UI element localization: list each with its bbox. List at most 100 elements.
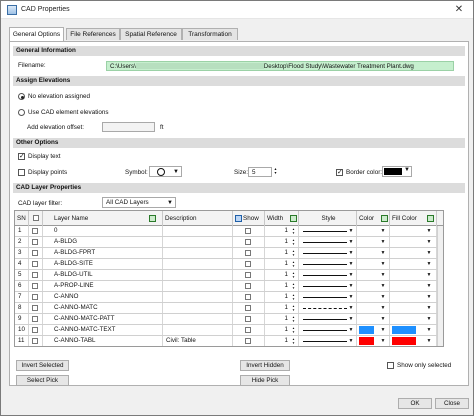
- row-style[interactable]: ▼: [299, 226, 357, 236]
- tab-file-references[interactable]: File References: [66, 28, 120, 40]
- row-select-checkbox[interactable]: [32, 316, 38, 322]
- select-all-checkbox[interactable]: [33, 215, 39, 221]
- row-select-checkbox[interactable]: [32, 294, 38, 300]
- row-style[interactable]: ▼: [299, 336, 357, 346]
- table-row[interactable]: 9 C-ANNO-MATC-PATT 1 ▲ ▼ ▼ ▼ ▼: [15, 314, 443, 325]
- table-row[interactable]: 8 C-ANNO-MATC 1 ▲ ▼ ▼ ▼ ▼: [15, 303, 443, 314]
- row-fill-color[interactable]: ▼: [390, 303, 437, 313]
- row-select[interactable]: [29, 259, 43, 269]
- no-elevation-radio[interactable]: [18, 93, 25, 100]
- row-show[interactable]: [233, 270, 265, 280]
- row-fill-color[interactable]: ▼: [390, 248, 437, 258]
- close-button[interactable]: Close: [435, 398, 469, 409]
- row-style[interactable]: ▼: [299, 314, 357, 324]
- symbol-select[interactable]: ▼: [149, 166, 182, 177]
- row-fill-color[interactable]: ▼: [390, 226, 437, 236]
- width-stepper-icon[interactable]: ▲ ▼: [291, 282, 296, 290]
- row-color[interactable]: ▼: [357, 270, 390, 280]
- row-style[interactable]: ▼: [299, 259, 357, 269]
- row-show[interactable]: [233, 237, 265, 247]
- row-color[interactable]: ▼: [357, 292, 390, 302]
- row-style[interactable]: ▼: [299, 248, 357, 258]
- col-layer-name[interactable]: Layer Name: [43, 211, 163, 226]
- row-show[interactable]: [233, 336, 265, 346]
- row-color[interactable]: ▼: [357, 336, 390, 346]
- row-show[interactable]: [233, 314, 265, 324]
- col-description[interactable]: Description: [163, 211, 233, 226]
- col-fill-color[interactable]: Fill Color: [390, 211, 437, 226]
- row-select-checkbox[interactable]: [32, 239, 38, 245]
- sort-filter-icon[interactable]: [149, 215, 156, 222]
- row-select[interactable]: [29, 248, 43, 258]
- row-show-checkbox[interactable]: [245, 327, 251, 333]
- width-stepper-icon[interactable]: ▲ ▼: [291, 315, 296, 323]
- row-fill-color[interactable]: ▼: [390, 325, 437, 335]
- width-stepper-icon[interactable]: ▲ ▼: [291, 249, 296, 257]
- row-color[interactable]: ▼: [357, 248, 390, 258]
- row-show-checkbox[interactable]: [245, 316, 251, 322]
- color-apply-icon[interactable]: [381, 215, 388, 222]
- row-style[interactable]: ▼: [299, 292, 357, 302]
- row-select-checkbox[interactable]: [32, 283, 38, 289]
- row-style[interactable]: ▼: [299, 270, 357, 280]
- width-stepper-icon[interactable]: ▲ ▼: [291, 293, 296, 301]
- row-description[interactable]: [163, 314, 233, 324]
- row-select[interactable]: [29, 237, 43, 247]
- col-color[interactable]: Color: [357, 211, 390, 226]
- row-select[interactable]: [29, 303, 43, 313]
- width-stepper-icon[interactable]: ▲ ▼: [291, 326, 296, 334]
- table-row[interactable]: 5 A-BLDG-UTIL 1 ▲ ▼ ▼ ▼ ▼: [15, 270, 443, 281]
- row-show[interactable]: [233, 292, 265, 302]
- table-row[interactable]: 4 A-BLDG-SITE 1 ▲ ▼ ▼ ▼ ▼: [15, 259, 443, 270]
- table-row[interactable]: 6 A-PROP-LINE 1 ▲ ▼ ▼ ▼ ▼: [15, 281, 443, 292]
- row-fill-color[interactable]: ▼: [390, 292, 437, 302]
- row-show-checkbox[interactable]: [245, 294, 251, 300]
- elevation-offset-input[interactable]: [102, 122, 155, 132]
- ok-button[interactable]: OK: [398, 398, 432, 409]
- row-color[interactable]: ▼: [357, 237, 390, 247]
- row-description[interactable]: [163, 259, 233, 269]
- display-points-checkbox[interactable]: [18, 169, 25, 176]
- table-row[interactable]: 7 C-ANNO 1 ▲ ▼ ▼ ▼ ▼: [15, 292, 443, 303]
- row-select-checkbox[interactable]: [32, 338, 38, 344]
- row-show-checkbox[interactable]: [245, 272, 251, 278]
- row-fill-color[interactable]: ▼: [390, 237, 437, 247]
- row-select-checkbox[interactable]: [32, 327, 38, 333]
- hide-pick-button[interactable]: Hide Pick: [240, 375, 290, 386]
- show-toggle-icon[interactable]: [235, 215, 242, 222]
- row-select[interactable]: [29, 314, 43, 324]
- row-show-checkbox[interactable]: [245, 338, 251, 344]
- row-select-checkbox[interactable]: [32, 272, 38, 278]
- row-show[interactable]: [233, 303, 265, 313]
- width-stepper-icon[interactable]: ▲ ▼: [291, 260, 296, 268]
- table-row[interactable]: 10 C-ANNO-MATC-TEXT 1 ▲ ▼ ▼ ▼ ▼: [15, 325, 443, 336]
- row-description[interactable]: [163, 325, 233, 335]
- border-color-picker[interactable]: ▼: [382, 166, 412, 177]
- row-select-checkbox[interactable]: [32, 228, 38, 234]
- width-stepper-icon[interactable]: ▲ ▼: [291, 238, 296, 246]
- row-color[interactable]: ▼: [357, 314, 390, 324]
- row-fill-color[interactable]: ▼: [390, 314, 437, 324]
- grid-scrollbar[interactable]: [437, 226, 443, 346]
- row-color[interactable]: ▼: [357, 303, 390, 313]
- tab-general-options[interactable]: General Options: [9, 27, 64, 41]
- row-fill-color[interactable]: ▼: [390, 281, 437, 291]
- show-only-selected-checkbox[interactable]: [387, 362, 394, 369]
- col-sn[interactable]: SN: [15, 211, 29, 226]
- col-show[interactable]: Show: [233, 211, 265, 226]
- row-color[interactable]: ▼: [357, 226, 390, 236]
- row-description[interactable]: [163, 303, 233, 313]
- layer-filter-select[interactable]: All CAD Layers ▼: [102, 197, 176, 208]
- row-color[interactable]: ▼: [357, 325, 390, 335]
- width-apply-icon[interactable]: [290, 215, 297, 222]
- row-show-checkbox[interactable]: [245, 239, 251, 245]
- row-description[interactable]: [163, 226, 233, 236]
- row-fill-color[interactable]: ▼: [390, 259, 437, 269]
- row-show[interactable]: [233, 248, 265, 258]
- row-show[interactable]: [233, 325, 265, 335]
- row-show-checkbox[interactable]: [245, 261, 251, 267]
- row-select[interactable]: [29, 270, 43, 280]
- row-select[interactable]: [29, 226, 43, 236]
- width-stepper-icon[interactable]: ▲ ▼: [291, 337, 296, 345]
- row-description[interactable]: [163, 270, 233, 280]
